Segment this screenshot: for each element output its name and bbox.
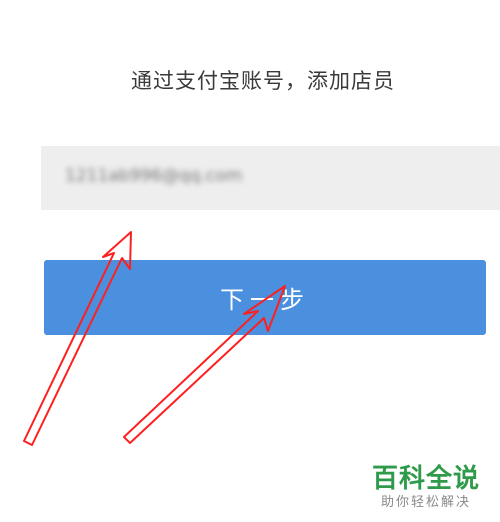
alipay-account-input[interactable]: 1211ab996@qq.com: [41, 146, 500, 210]
baike-watermark: 百科全说 助你轻松解决: [366, 464, 486, 512]
watermark-slogan: 助你轻松解决: [380, 495, 471, 510]
account-input-value: 1211ab996@qq.com: [65, 166, 243, 186]
page-title: 通过支付宝账号，添加店员: [131, 69, 395, 93]
next-step-button[interactable]: 下一步: [44, 260, 486, 335]
add-clerk-page: 通过支付宝账号，添加店员 1211ab996@qq.com 下一步 百科全说 助…: [0, 0, 500, 522]
watermark-title: 百科全说: [371, 464, 480, 494]
